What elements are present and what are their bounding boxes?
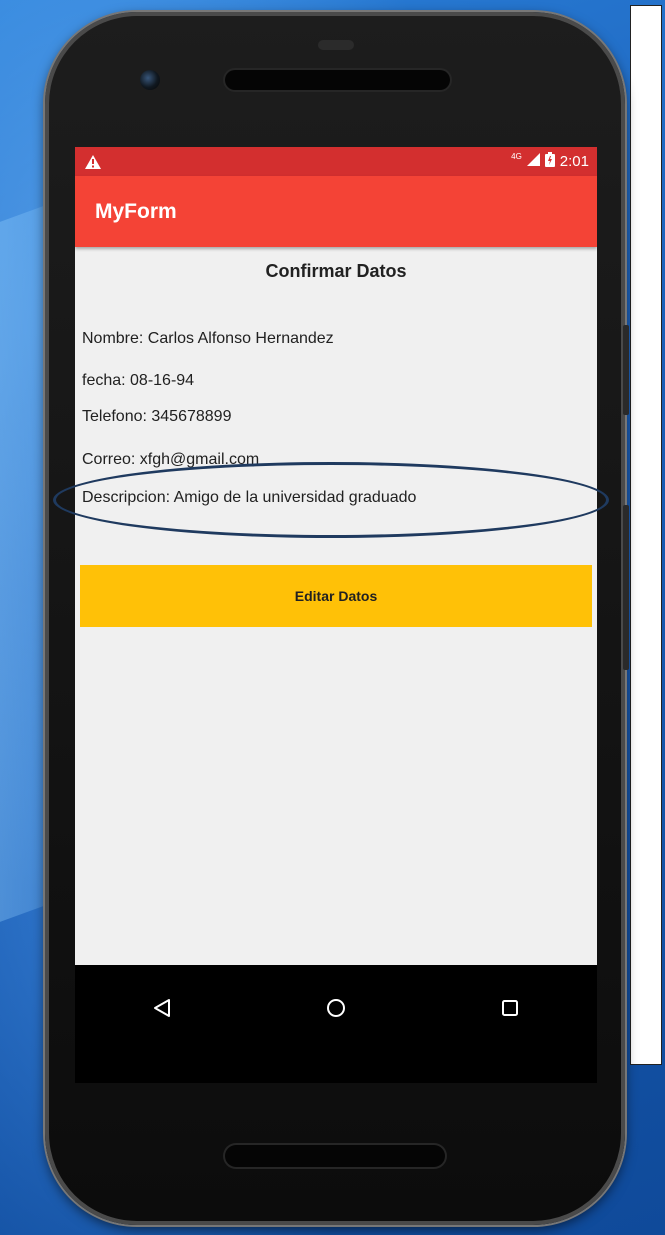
app-bar: MyForm — [75, 176, 597, 247]
status-bar: 4G 2:01 — [75, 147, 597, 176]
bottom-speaker — [225, 1145, 445, 1167]
phone-screen: 4G 2:01 MyForm Confirmar Datos Nombre: C… — [75, 147, 597, 1083]
app-title: MyForm — [95, 199, 177, 223]
descripcion-text: Descripcion: Amigo de la universidad gra… — [82, 489, 417, 506]
battery-icon — [544, 152, 555, 171]
telefono-text: Telefono: 345678899 — [82, 408, 232, 425]
signal-icon — [526, 153, 540, 170]
warning-icon — [85, 154, 101, 169]
form-content: Confirmar Datos Nombre: Carlos Alfonso H… — [75, 247, 597, 965]
top-speaker — [225, 70, 450, 90]
back-icon[interactable] — [142, 988, 182, 1028]
page-title: Confirmar Datos — [265, 261, 407, 281]
fecha-text: fecha: 08-16-94 — [82, 372, 195, 389]
volume-button[interactable] — [623, 325, 629, 415]
status-icons: 4G 2:01 — [511, 152, 589, 171]
power-button[interactable] — [623, 505, 629, 670]
edit-data-button[interactable]: Editar Datos — [80, 565, 592, 627]
home-icon[interactable] — [316, 988, 356, 1028]
background-window — [630, 5, 662, 1065]
front-camera-icon — [140, 70, 160, 90]
network-type-label: 4G — [511, 152, 522, 161]
nombre-text: Nombre: Carlos Alfonso Hernandez — [82, 330, 334, 347]
correo-text: Correo: xfgh@gmail.com — [82, 451, 260, 468]
clock: 2:01 — [559, 153, 589, 170]
earpiece — [318, 40, 354, 50]
recents-icon[interactable] — [490, 988, 530, 1028]
navigation-bar — [75, 965, 597, 1083]
